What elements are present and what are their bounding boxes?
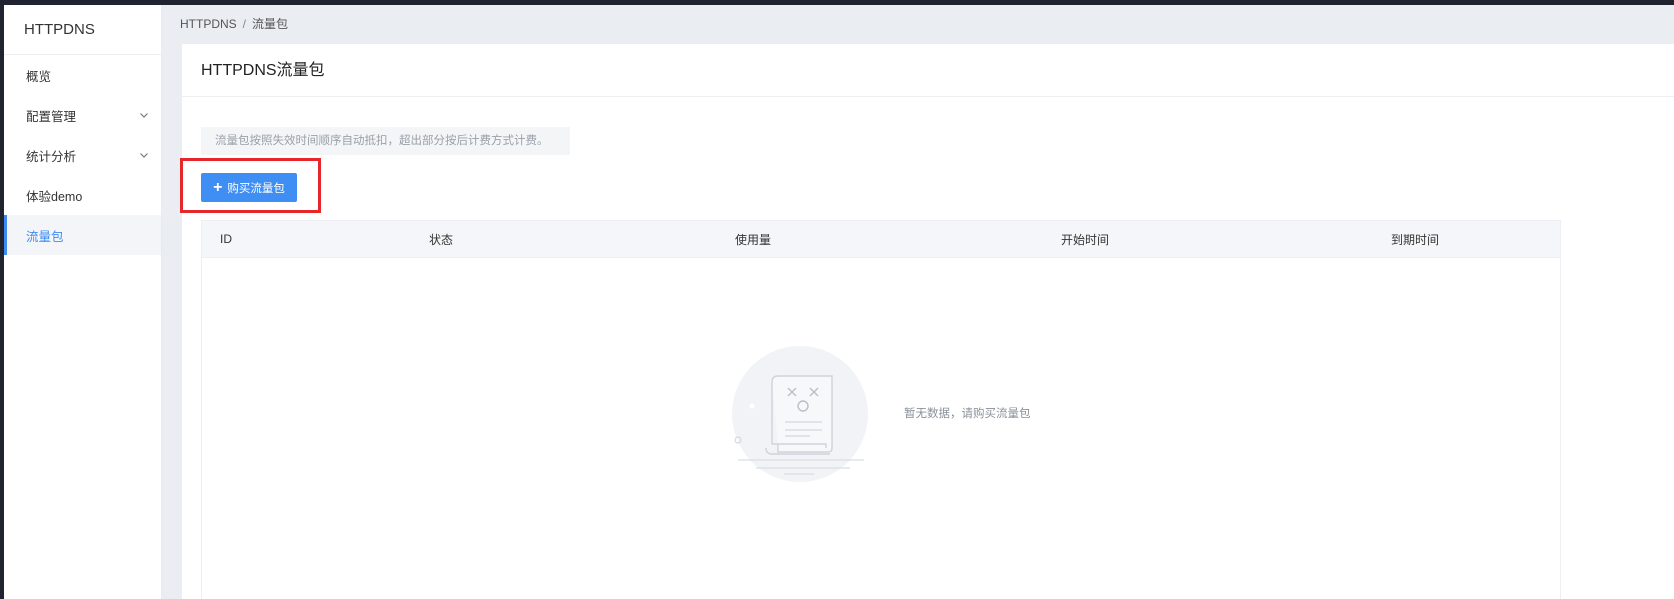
sidebar-item-demo[interactable]: 体验demo: [4, 175, 161, 215]
empty-document-icon: [730, 344, 870, 484]
sidebar-item-label: 配置管理: [26, 109, 77, 124]
sidebar: HTTPDNS 概览 配置管理 统计分析 体验demo 流量包: [4, 5, 162, 599]
breadcrumb: HTTPDNS / 流量包: [162, 5, 1674, 44]
sidebar-item-label: 概览: [26, 69, 52, 84]
buy-button-label: 购买流量包: [227, 182, 285, 195]
page-title: HTTPDNS流量包: [182, 44, 1674, 97]
column-header-usage: 使用量: [735, 232, 772, 247]
column-header-start-time: 开始时间: [1061, 232, 1110, 247]
sidebar-item-label: 流量包: [26, 229, 64, 244]
plus-icon: +: [213, 178, 223, 196]
table-header: ID 状态 使用量 开始时间 到期时间: [202, 221, 1560, 258]
breadcrumb-root[interactable]: HTTPDNS: [180, 17, 237, 31]
column-header-status: 状态: [429, 232, 454, 247]
breadcrumb-separator: /: [242, 17, 247, 31]
main-content: HTTPDNS / 流量包 HTTPDNS流量包 流量包按照失效时间顺序自动抵扣，超…: [162, 5, 1674, 599]
sidebar-brand: HTTPDNS: [4, 5, 161, 55]
column-header-id: ID: [220, 232, 232, 246]
app-window: HTTPDNS 概览 配置管理 统计分析 体验demo 流量包 HTTPDNS /…: [4, 5, 1674, 599]
sidebar-item-label: 统计分析: [26, 149, 77, 164]
empty-state-text: 暂无数据，请购买流量包: [904, 408, 1031, 420]
billing-notice: 流量包按照失效时间顺序自动抵扣，超出部分按后计费方式计费。: [201, 127, 570, 155]
sidebar-item-config[interactable]: 配置管理: [4, 95, 161, 135]
breadcrumb-current: 流量包: [252, 17, 289, 31]
buy-traffic-package-button[interactable]: + 购买流量包: [201, 173, 297, 202]
chevron-down-icon: [139, 150, 149, 160]
sidebar-item-overview[interactable]: 概览: [4, 55, 161, 95]
sidebar-item-stats[interactable]: 统计分析: [4, 135, 161, 175]
traffic-package-panel: HTTPDNS流量包 流量包按照失效时间顺序自动抵扣，超出部分按后计费方式计费。…: [180, 44, 1674, 599]
empty-state: 暂无数据，请购买流量包: [202, 258, 1560, 599]
sidebar-item-label: 体验demo: [26, 189, 83, 204]
sidebar-item-traffic-package[interactable]: 流量包: [4, 215, 161, 255]
column-header-end-time: 到期时间: [1391, 232, 1440, 247]
chevron-down-icon: [139, 110, 149, 120]
traffic-package-table: ID 状态 使用量 开始时间 到期时间 暂无数据，请购买流量包: [201, 220, 1561, 599]
